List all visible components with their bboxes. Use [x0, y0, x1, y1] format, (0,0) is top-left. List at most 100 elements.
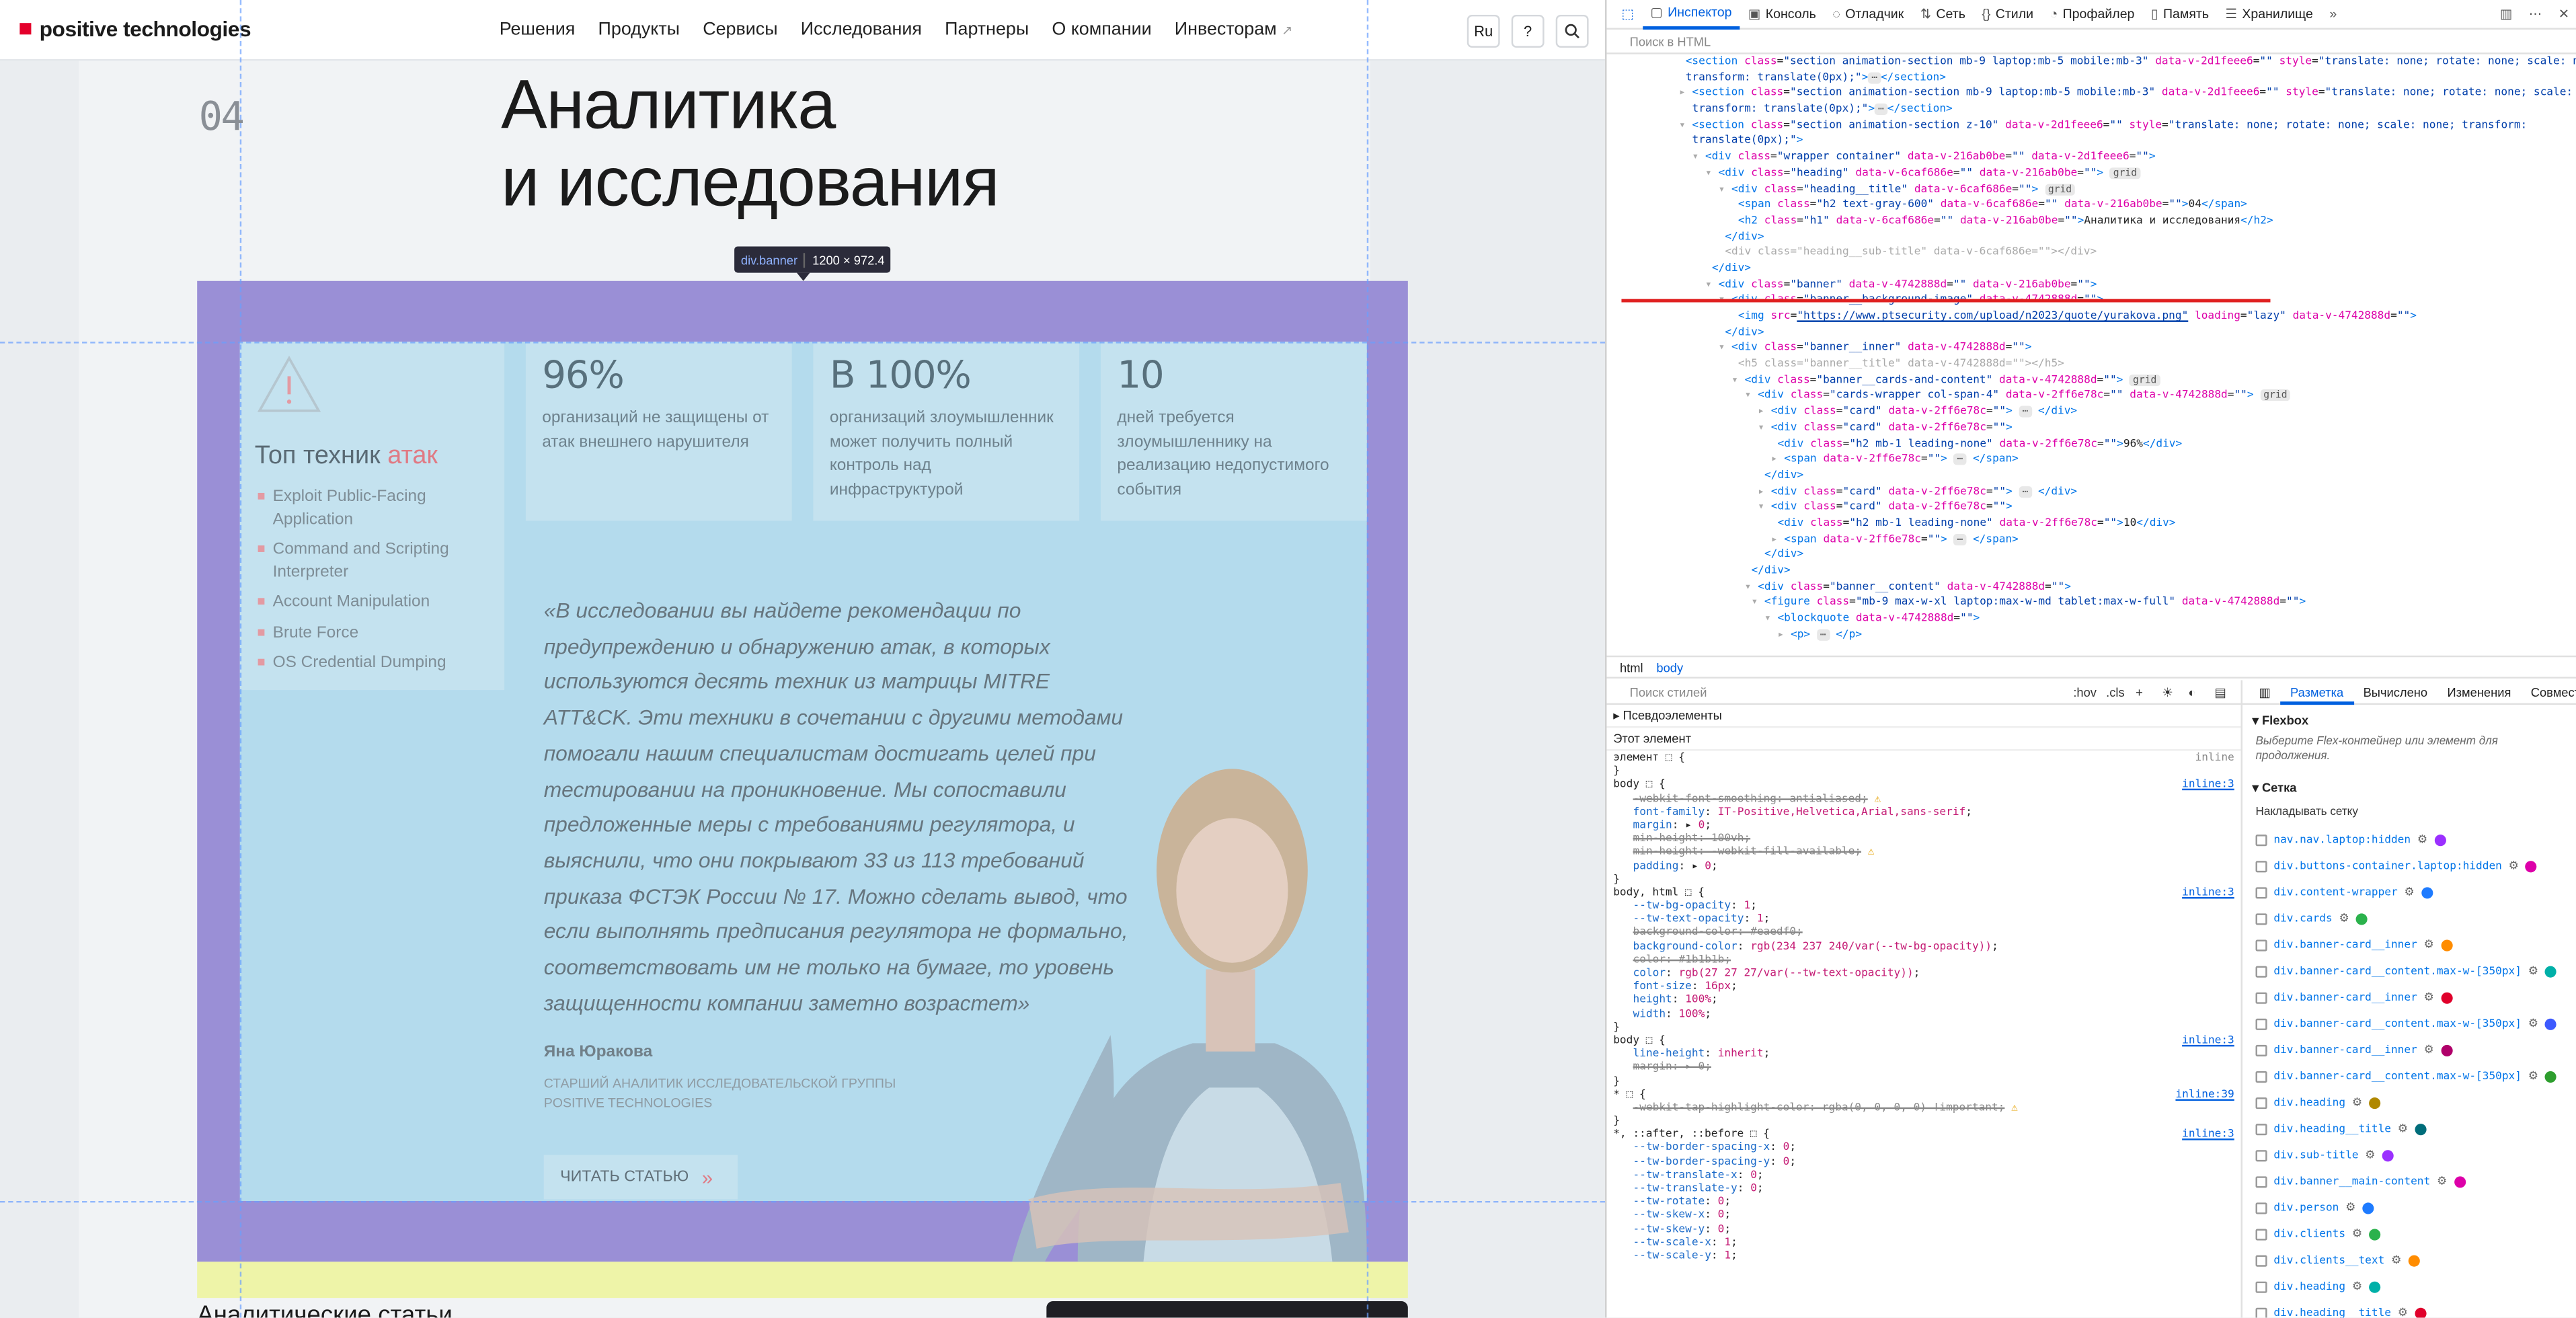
grid-overlay-item[interactable]: div.heading__title ⚙: [2242, 1300, 2576, 1318]
add-rule-icon[interactable]: +: [2136, 680, 2143, 705]
gear-icon[interactable]: ⚙: [2528, 964, 2538, 978]
gear-icon[interactable]: ⚙: [2391, 1253, 2401, 1267]
grid-overlay-item[interactable]: div.banner-card__content.max-w-[350px] ⚙: [2242, 958, 2576, 984]
grid-color-swatch[interactable]: [2408, 1254, 2420, 1266]
nav-item-investors[interactable]: Инвесторам ↗: [1175, 20, 1293, 39]
nav-item-solutions[interactable]: Решения: [500, 20, 576, 39]
gear-icon[interactable]: ⚙: [2424, 991, 2434, 1004]
gear-icon[interactable]: ⚙: [2509, 859, 2519, 872]
nav-item-services[interactable]: Сервисы: [703, 20, 777, 39]
tab-compatibility[interactable]: Совмест: [2521, 680, 2576, 703]
grid-overlay-checkbox[interactable]: [2255, 860, 2267, 872]
grid-overlay-item[interactable]: div.sub-title ⚙: [2242, 1142, 2576, 1168]
gear-icon[interactable]: ⚙: [2398, 1306, 2408, 1318]
grid-overlay-checkbox[interactable]: [2255, 991, 2267, 1003]
grid-overlay-checkbox[interactable]: [2255, 1228, 2267, 1240]
grid-overlay-checkbox[interactable]: [2255, 1044, 2267, 1056]
print-icon[interactable]: ▤: [2214, 680, 2226, 705]
gear-icon[interactable]: ⚙: [2398, 1122, 2408, 1135]
grid-overlay-item[interactable]: div.buttons-container.laptop:hidden ⚙: [2242, 853, 2576, 879]
grid-overlay-item[interactable]: div.banner-card__inner ⚙: [2242, 984, 2576, 1010]
pseudo-elements-section[interactable]: ▸ Псевдоэлементы: [1606, 705, 2241, 728]
grid-overlay-item[interactable]: div.heading ⚙: [2242, 1273, 2576, 1299]
grid-overlay-checkbox[interactable]: [2255, 1096, 2267, 1108]
grid-overlay-item[interactable]: div.person ⚙: [2242, 1194, 2576, 1220]
css-rules-panel[interactable]: ▸ Псевдоэлементы Этот элемент элемент ⬚ …: [1606, 705, 2241, 1317]
breadcrumb-html[interactable]: html: [1620, 660, 1643, 675]
gear-icon[interactable]: ⚙: [2417, 833, 2427, 846]
help-button[interactable]: ?: [1511, 14, 1545, 48]
grid-color-swatch[interactable]: [2368, 1228, 2381, 1240]
grid-color-swatch[interactable]: [2362, 1202, 2374, 1214]
grid-overlay-item[interactable]: div.clients ⚙: [2242, 1220, 2576, 1247]
dom-tree[interactable]: <section class="section animation-sectio…: [1606, 54, 2576, 656]
grid-overlay-checkbox[interactable]: [2255, 1070, 2267, 1082]
options-button[interactable]: ⋯: [2521, 0, 2550, 29]
gear-icon[interactable]: ⚙: [2345, 1201, 2355, 1214]
grid-color-swatch[interactable]: [2368, 1280, 2381, 1292]
grid-color-swatch[interactable]: [2544, 1017, 2557, 1030]
grid-overlay-item[interactable]: div.clients__text ⚙: [2242, 1247, 2576, 1273]
gear-icon[interactable]: ⚙: [2424, 1043, 2434, 1056]
grid-color-swatch[interactable]: [2440, 939, 2452, 951]
grid-color-swatch[interactable]: [2544, 965, 2557, 977]
grid-overlay-checkbox[interactable]: [2255, 1122, 2267, 1135]
gear-icon[interactable]: ⚙: [2528, 1070, 2538, 1083]
gear-icon[interactable]: ⚙: [2365, 1149, 2375, 1161]
grid-color-swatch[interactable]: [2368, 1096, 2381, 1108]
grid-color-swatch[interactable]: [2382, 1149, 2394, 1161]
gear-icon[interactable]: ⚙: [2424, 938, 2434, 952]
gear-icon[interactable]: ⚙: [2352, 1096, 2362, 1109]
tab-profiler[interactable]: ◔ Профайлер: [2041, 0, 2142, 29]
grid-overlay-checkbox[interactable]: [2255, 1175, 2267, 1188]
read-article-button[interactable]: ЧИТАТЬ СТАТЬЮ »: [543, 1155, 738, 1200]
grid-overlay-item[interactable]: div.banner-card__inner ⚙: [2242, 931, 2576, 958]
pick-element-button[interactable]: ⬚: [1613, 0, 1642, 29]
grid-overlay-checkbox[interactable]: [2255, 965, 2267, 977]
site-logo[interactable]: positive technologies: [19, 16, 251, 41]
grid-color-swatch[interactable]: [2440, 1044, 2452, 1056]
tab-network[interactable]: ⇅ Сеть: [1912, 0, 1974, 29]
grid-overlay-checkbox[interactable]: [2255, 886, 2267, 898]
html-search-input[interactable]: Поиск в HTML: [1606, 30, 2576, 54]
grid-color-swatch[interactable]: [2433, 833, 2446, 846]
grid-color-swatch[interactable]: [2414, 1307, 2426, 1318]
flexbox-section-title[interactable]: ▾ Flexbox: [2242, 705, 2576, 731]
grid-overlay-item[interactable]: nav.nav.laptop:hidden ⚙: [2242, 826, 2576, 853]
tab-console[interactable]: ▣ Консоль: [1740, 0, 1824, 29]
grid-overlay-checkbox[interactable]: [2255, 1202, 2267, 1214]
dock-button[interactable]: ▥: [2492, 0, 2521, 29]
light-mode-icon[interactable]: ☀: [2162, 680, 2173, 705]
breadcrumb-body[interactable]: body: [1656, 660, 1683, 675]
tab-changes[interactable]: Изменения: [2437, 680, 2521, 703]
grid-overlay-item[interactable]: div.banner__main-content ⚙: [2242, 1168, 2576, 1194]
grid-overlay-item[interactable]: div.heading__title ⚙: [2242, 1116, 2576, 1142]
hover-toggle[interactable]: :hov: [2073, 680, 2097, 705]
grid-color-swatch[interactable]: [2525, 860, 2537, 872]
more-tabs-button[interactable]: »: [2321, 0, 2345, 29]
close-devtools-button[interactable]: ✕: [2550, 0, 2576, 29]
tab-style-editor[interactable]: {} Стили: [1974, 0, 2041, 29]
nav-item-products[interactable]: Продукты: [598, 20, 680, 39]
grid-overlay-item[interactable]: div.banner-card__content.max-w-[350px] ⚙: [2242, 1063, 2576, 1089]
grid-overlay-item[interactable]: div.content-wrapper ⚙: [2242, 879, 2576, 905]
grid-overlay-checkbox[interactable]: [2255, 1017, 2267, 1030]
grid-overlay-checkbox[interactable]: [2255, 1307, 2267, 1318]
grid-overlay-checkbox[interactable]: [2255, 939, 2267, 951]
grid-overlay-item[interactable]: div.cards ⚙: [2242, 905, 2576, 931]
gear-icon[interactable]: ⚙: [2437, 1175, 2447, 1188]
grid-color-swatch[interactable]: [2454, 1175, 2466, 1188]
class-toggle[interactable]: .cls: [2106, 680, 2124, 705]
gear-icon[interactable]: ⚙: [2339, 912, 2349, 925]
tab-storage[interactable]: ☰ Хранилище: [2217, 0, 2321, 29]
nav-item-partners[interactable]: Партнеры: [945, 20, 1029, 39]
tab-memory[interactable]: ▯ Память: [2143, 0, 2218, 29]
grid-overlay-item[interactable]: div.heading ⚙: [2242, 1089, 2576, 1116]
nav-item-research[interactable]: Исследования: [801, 20, 922, 39]
grid-color-swatch[interactable]: [2355, 913, 2368, 925]
tab-inspector[interactable]: ▢ Инспектор: [1642, 0, 1740, 29]
gear-icon[interactable]: ⚙: [2352, 1227, 2362, 1241]
grid-color-swatch[interactable]: [2421, 886, 2433, 898]
grid-overlay-checkbox[interactable]: [2255, 913, 2267, 925]
tab-computed[interactable]: Вычислено: [2353, 680, 2437, 703]
